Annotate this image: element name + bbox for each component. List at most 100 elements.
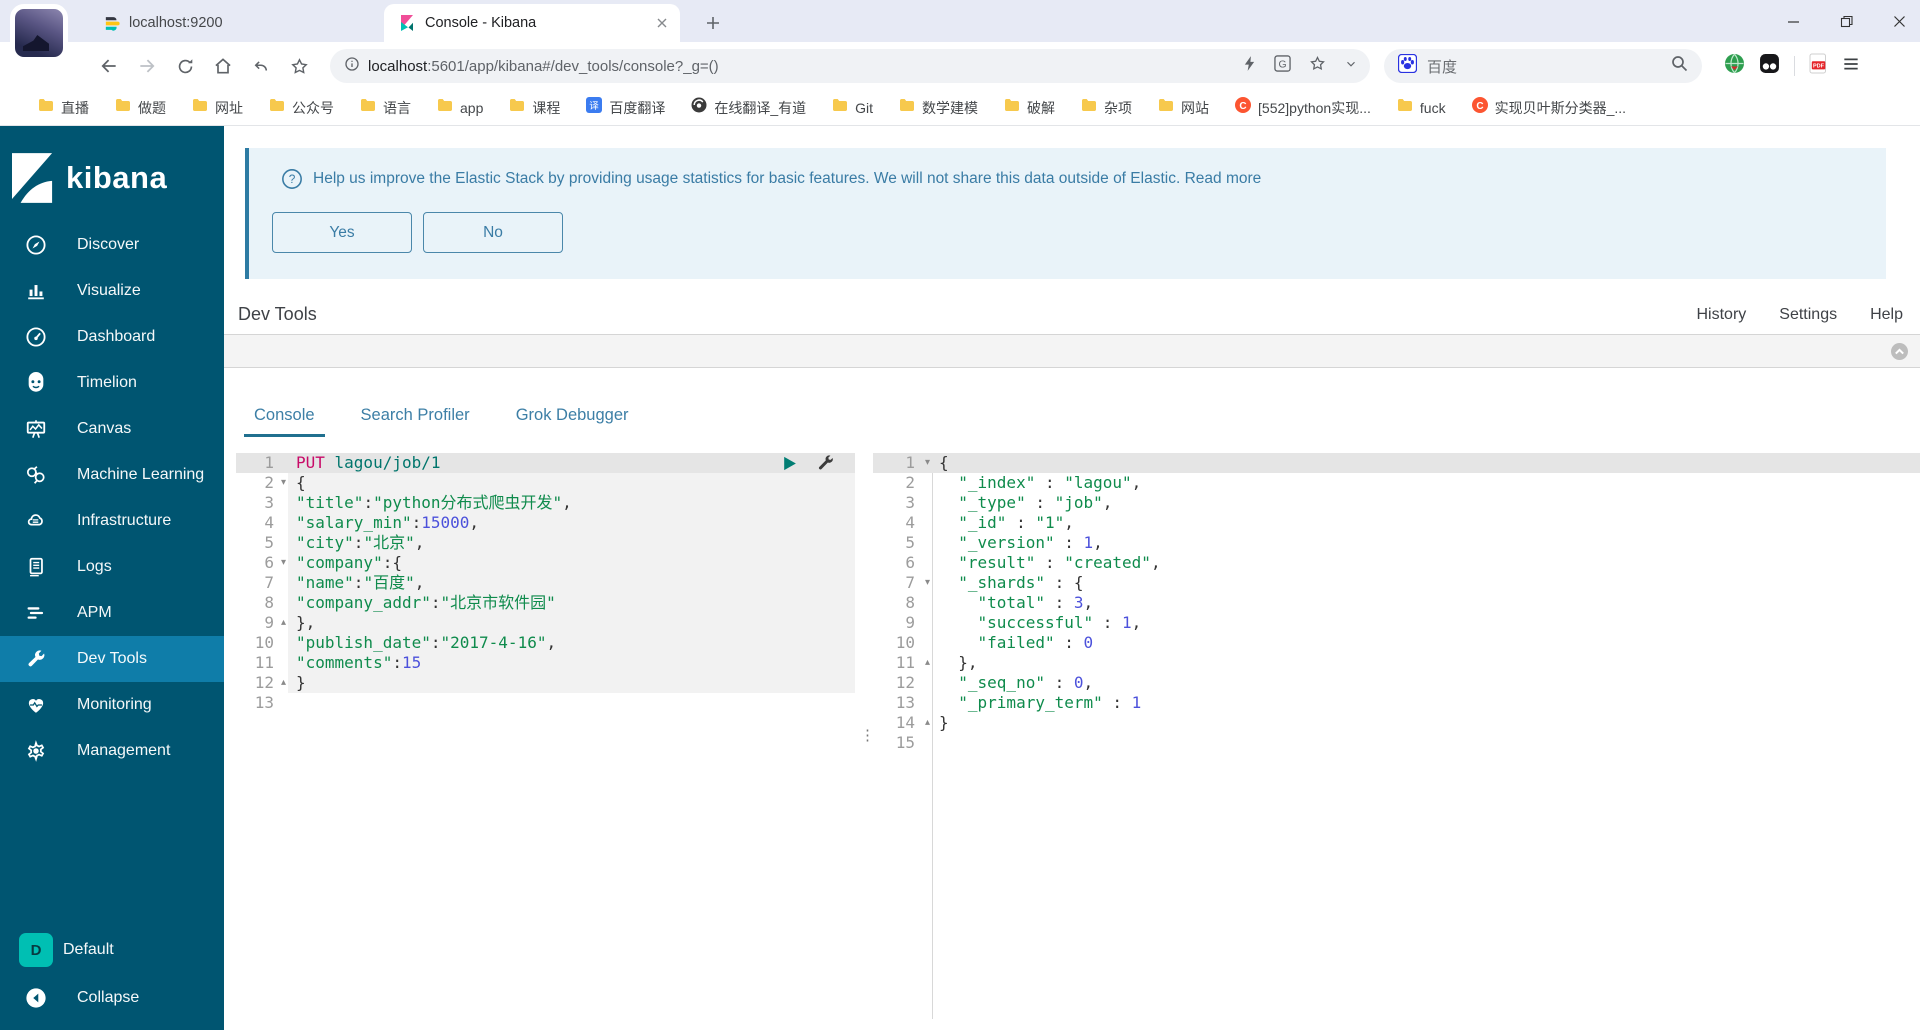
bookmark-item[interactable]: 破解 [1004,98,1055,118]
fold-open-icon[interactable]: ▾ [925,453,930,473]
collapse-panel-icon[interactable] [1891,343,1908,360]
browser-tab-localhost-9200[interactable]: localhost:9200 [88,4,384,42]
sidebar-item-apm[interactable]: APM [0,590,224,636]
baidu-search-box[interactable]: 百度 [1384,49,1702,83]
yes-button[interactable]: Yes [272,212,412,253]
code-line: 2 ▾{ [236,473,855,493]
send-request-button[interactable] [781,455,798,472]
response-viewer[interactable]: 1 ▾{2 "_index" : "lagou", 3 "_type" : "job… [873,453,1920,1019]
tab-search-profiler[interactable]: Search Profiler [351,406,480,437]
translate-page-icon[interactable]: G [1274,55,1291,77]
code-text: { [288,473,855,493]
sidebar-item-dashboard[interactable]: Dashboard [0,314,224,360]
sidebar-item-monitoring[interactable]: Monitoring [0,682,224,728]
devtools-menu-help[interactable]: Help [1870,306,1903,324]
bookmark-this-page-icon[interactable] [1309,55,1326,77]
bookmark-item[interactable]: 网站 [1158,98,1209,118]
new-tab-button[interactable] [700,10,726,36]
devtools-menu-history[interactable]: History [1697,306,1747,324]
sidebar-item-logs[interactable]: Logs [0,544,224,590]
devtools-icon [24,648,48,670]
space-switcher-default[interactable]: D Default [0,926,224,974]
collapse-sidebar-button[interactable]: Collapse [0,974,224,1022]
idm-extension-icon[interactable] [1724,53,1745,79]
bookmark-item[interactable]: 杂项 [1081,98,1132,118]
csdn-icon: C [1471,97,1488,118]
restore-button[interactable] [1840,15,1853,28]
minimize-button[interactable] [1787,15,1800,28]
sidebar-item-label: Timelion [77,374,137,391]
tab-grok-debugger[interactable]: Grok Debugger [506,406,639,437]
browser-window: localhost:9200 Console - Kibana localhos… [0,0,1920,1030]
address-bar[interactable]: localhost:5601/app/kibana#/dev_tools/con… [330,49,1370,83]
sidebar-item-timelion[interactable]: Timelion [0,360,224,406]
devtools-menu-settings[interactable]: Settings [1779,306,1837,324]
bookmark-item[interactable]: fuck [1397,98,1446,117]
fold-open-icon[interactable]: ▾ [925,573,930,593]
request-editor[interactable]: 1 PUT lagou/job/1 2 ▾{3 "title":"python分布式爬虫… [236,453,855,1019]
bookmark-item[interactable]: C [552]python实现... [1235,97,1371,118]
sidebar-item-visualize[interactable]: Visualize [0,268,224,314]
home-button[interactable] [206,49,240,83]
undo-navigation-button[interactable] [244,49,278,83]
sidebar-item-canvas[interactable]: Canvas [0,406,224,452]
sidebar-item-label: Logs [77,558,112,575]
fold-close-icon[interactable]: ▴ [281,673,286,693]
tab-close-icon[interactable] [656,17,668,29]
bookmark-star-button[interactable] [282,49,316,83]
bookmark-item[interactable]: 做题 [115,98,166,118]
pdf-extension-icon[interactable]: PDF [1809,53,1827,79]
bookmark-item[interactable]: C 实现贝叶斯分类器_... [1471,97,1626,118]
line-number: 8 [905,593,915,612]
reload-button[interactable] [168,49,202,83]
close-window-button[interactable] [1893,15,1906,28]
sidebar-item-infrastructure[interactable]: Infrastructure [0,498,224,544]
search-icon[interactable] [1671,55,1688,77]
fold-close-icon[interactable]: ▴ [925,653,930,673]
profile-avatar[interactable] [10,4,68,62]
fold-open-icon[interactable]: ▾ [281,473,286,493]
fold-close-icon[interactable]: ▴ [281,613,286,633]
lightning-extension-icon[interactable] [1243,55,1256,77]
code-text: }, [939,653,978,672]
tab-console[interactable]: Console [244,406,325,437]
forward-button[interactable] [130,49,164,83]
dark-extension-icon[interactable] [1759,53,1780,79]
bookmark-item[interactable]: 译 百度翻译 [586,97,665,118]
no-button[interactable]: No [423,212,563,253]
request-options-wrench-icon[interactable] [816,454,835,473]
bookmark-item[interactable]: 网址 [192,98,243,118]
bookmark-label: 网站 [1181,99,1210,116]
bookmark-item[interactable]: app [437,98,483,117]
sidebar-item-machine-learning[interactable]: Machine Learning [0,452,224,498]
browser-menu-icon[interactable] [1841,54,1861,79]
line-number: 5 [264,533,274,552]
bookmark-item[interactable]: Git [832,98,873,117]
site-info-icon[interactable] [344,56,360,77]
sidebar-item-dev-tools[interactable]: Dev Tools [0,636,224,682]
back-button[interactable] [92,49,126,83]
sidebar-item-management[interactable]: Management [0,728,224,774]
youdao-icon [691,97,707,118]
read-more-link[interactable]: Read more [1185,170,1262,187]
bookmark-item[interactable]: 在线翻译_有道 [691,97,806,118]
panel-splitter[interactable]: ⋮ [855,453,875,1019]
address-chevron-down-icon[interactable] [1344,57,1358,76]
bookmark-item[interactable]: 公众号 [269,98,334,118]
browser-tab-console-kibana[interactable]: Console - Kibana [384,4,680,42]
console-editor: 1 PUT lagou/job/1 2 ▾{3 "title":"python分布式爬虫… [236,453,1920,1019]
fold-open-icon[interactable]: ▾ [281,553,286,573]
bookmark-item[interactable]: 数学建模 [899,98,978,118]
bookmark-label: Git [855,99,874,116]
kibana-favicon [398,14,416,32]
fold-close-icon[interactable]: ▴ [925,713,930,733]
url-text[interactable]: localhost:5601/app/kibana#/dev_tools/con… [368,58,1233,75]
bookmark-item[interactable]: 课程 [509,98,560,118]
bookmark-item[interactable]: 直播 [38,98,89,118]
bookmark-label: 公众号 [292,99,334,116]
bookmark-item[interactable]: 语言 [360,98,411,118]
sidebar-item-discover[interactable]: Discover [0,222,224,268]
code-line: 4 "_id" : "1", [873,513,1920,533]
kibana-logo[interactable]: kibana [12,150,224,206]
line-number: 2 [905,473,915,492]
